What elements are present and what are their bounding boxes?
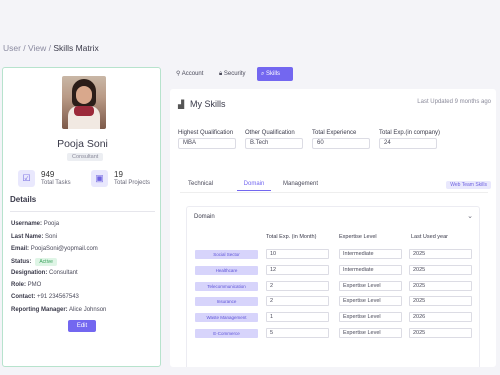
tab-security[interactable]: 🔒︎ Security (215, 67, 250, 81)
last-used-year-field[interactable]: 2026 (409, 312, 472, 322)
avatar (62, 76, 106, 129)
qual-label: Other Qualification (245, 130, 295, 136)
last-used-year-field[interactable]: 2025 (409, 296, 472, 306)
stat-label: Total Projects (114, 180, 151, 186)
skill-chip: Waste Management (195, 313, 258, 322)
skill-chip: Insurance (195, 297, 258, 306)
detail-status: Status: Active (11, 258, 57, 266)
detail-designation: Designation: Consultant (11, 270, 78, 276)
highest-qualification-field[interactable]: MBA (178, 138, 236, 149)
tab-domain[interactable]: Domain (237, 181, 271, 191)
company-experience-field[interactable]: 24 (379, 138, 437, 149)
skills-card: ▟ My Skills Last Updated 9 months ago Hig… (170, 89, 496, 367)
search-icon: ⌕ (261, 71, 265, 77)
last-used-year-field[interactable]: 2025 (409, 249, 472, 259)
skill-chip: Healthcare (195, 266, 258, 275)
breadcrumb-path: User / View / (3, 43, 54, 53)
status-badge: Active (35, 258, 57, 266)
expertise-level-field[interactable]: Expertise Level (339, 296, 402, 306)
profile-card: Pooja Soni Consultant ☑ 949 Total Tasks … (2, 67, 161, 367)
last-used-year-field[interactable]: 2025 (409, 328, 472, 338)
web-team-skills-button[interactable]: Web Team Skills (446, 181, 491, 189)
expertise-level-field[interactable]: Expertise Level (339, 281, 402, 291)
last-used-year-field[interactable]: 2025 (409, 281, 472, 291)
edit-button[interactable]: Edit (68, 320, 96, 332)
total-experience-field[interactable]: 60 (312, 138, 370, 149)
tab-account[interactable]: ⚲ Account (172, 67, 207, 81)
breadcrumb-current: Skills Matrix (53, 43, 99, 53)
expertise-level-field[interactable]: Expertise Level (339, 328, 402, 338)
stat-value: 949 (41, 170, 55, 179)
detail-role: Role: PMO (11, 282, 42, 288)
skill-chip: E-Commerce (195, 329, 258, 338)
detail-lastname: Last Name: Soni (11, 234, 58, 240)
role-badge: Consultant (67, 153, 104, 161)
divider (180, 192, 488, 193)
column-header: Total Exp. (in Month) (266, 234, 317, 240)
user-icon: ⚲ (176, 71, 181, 77)
qual-label: Total Experience (312, 130, 357, 136)
my-skills-title: ▟ My Skills (178, 99, 226, 109)
last-updated: Last Updated 9 months ago (417, 99, 491, 105)
lock-icon: 🔒︎ (219, 71, 223, 77)
qual-label: Total Exp.(in company) (379, 130, 441, 136)
domain-title: Domain (194, 214, 215, 220)
stat-value: 19 (114, 170, 123, 179)
tab-skills[interactable]: ⌕ Skills (257, 67, 293, 81)
detail-contact: Contact: +91 234567543 (11, 294, 79, 300)
briefcase-icon: ▣ (91, 170, 108, 187)
profile-name: Pooja Soni (57, 138, 108, 150)
domain-panel: Domain ⌄ Total Exp. (in Month) Expertise… (186, 206, 480, 367)
detail-username: Username: Pooja (11, 221, 60, 227)
expertise-level-field[interactable]: Intermediate (339, 249, 402, 259)
tab-management[interactable]: Management (283, 181, 318, 190)
tab-technical[interactable]: Technical (188, 181, 213, 190)
exp-field[interactable]: 12 (266, 265, 329, 275)
detail-manager: Reporting Manager: Alice Johnson (11, 307, 107, 313)
other-qualification-field[interactable]: B.Tech (245, 138, 303, 149)
skill-chip: Telecommunication (195, 282, 258, 291)
skill-chip: Social Sector (195, 250, 258, 259)
exp-field[interactable]: 1 (266, 312, 329, 322)
expertise-level-field[interactable]: Intermediate (339, 265, 402, 275)
check-square-icon: ☑ (18, 170, 35, 187)
divider (10, 211, 155, 212)
exp-field[interactable]: 2 (266, 296, 329, 306)
breadcrumb: User / View / Skills Matrix (3, 43, 99, 53)
qual-label: Highest Qualification (178, 130, 234, 136)
chart-icon: ▟ (178, 100, 185, 109)
column-header: Last Used year (411, 234, 448, 240)
column-header: Expertise Level (339, 234, 377, 240)
stat-label: Total Tasks (41, 180, 71, 186)
details-title: Details (10, 195, 37, 204)
expertise-level-field[interactable]: Expertise Level (339, 312, 402, 322)
exp-field[interactable]: 2 (266, 281, 329, 291)
last-used-year-field[interactable]: 2025 (409, 265, 472, 275)
chevron-down-icon[interactable]: ⌄ (467, 212, 473, 220)
exp-field[interactable]: 5 (266, 328, 329, 338)
exp-field[interactable]: 10 (266, 249, 329, 259)
detail-email: Email: PoojaSoni@yopmail.com (11, 246, 98, 252)
